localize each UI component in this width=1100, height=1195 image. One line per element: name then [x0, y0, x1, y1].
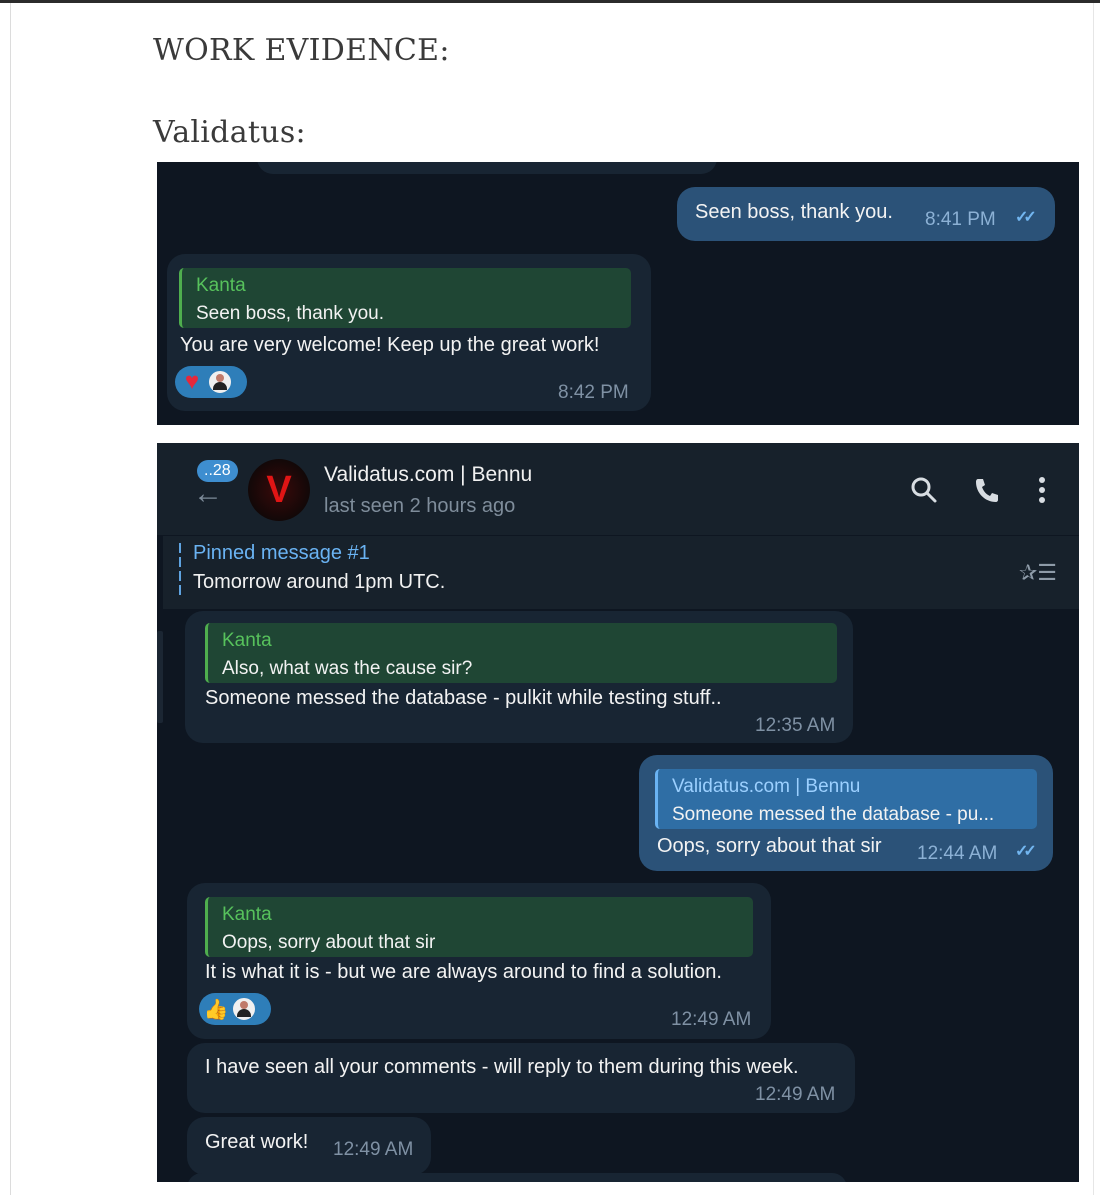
message-time: 12:44 AM [917, 843, 998, 864]
reply-text: Oops, sorry about that sir [222, 932, 436, 953]
message-time: 8:42 PM [558, 382, 629, 403]
incoming-message[interactable]: I have seen all your comments - will rep… [187, 1043, 855, 1113]
chat-status: last seen 2 hours ago [324, 495, 516, 517]
read-ticks-icon: ✓✓ [1015, 843, 1037, 860]
message-text: You are very welcome! Keep up the great … [180, 334, 600, 356]
message-text: Great work! [205, 1131, 309, 1153]
message-time: 12:49 AM [755, 1084, 836, 1105]
message-text: Oops, sorry about that sir [657, 835, 882, 857]
reply-author: Validatus.com | Bennu [672, 776, 861, 797]
incoming-message[interactable]: Great work! 12:49 AM [187, 1117, 431, 1175]
left-margin-rule [10, 3, 11, 1195]
chat-header: ← ..28 V Validatus.com | Bennu last seen… [157, 443, 1079, 535]
message-time: 12:49 AM [671, 1009, 752, 1030]
reply-text: Someone messed the database - pu... [672, 804, 995, 825]
top-rule [0, 0, 1100, 3]
document-heading: WORK EVIDENCE: [153, 33, 450, 68]
reply-quote[interactable]: Kanta Seen boss, thank you. [179, 268, 631, 328]
reactor-avatar [207, 369, 233, 395]
incoming-message[interactable]: Kanta Also, what was the cause sir? Some… [185, 611, 853, 743]
outgoing-message[interactable]: Seen boss, thank you. 8:41 PM ✓✓ [677, 187, 1055, 241]
message-text: I have seen all your comments - will rep… [205, 1056, 799, 1078]
search-icon[interactable] [909, 475, 939, 510]
message-time: 8:41 PM [925, 209, 996, 230]
reply-text: Also, what was the cause sir? [222, 658, 473, 679]
pinned-list-icon[interactable]: ✰☰ [1019, 560, 1057, 586]
reactions-bar[interactable]: 👍 [199, 993, 271, 1025]
avatar-letter: V [266, 468, 292, 511]
pinned-text: Tomorrow around 1pm UTC. [193, 571, 446, 593]
unread-count-badge: ..28 [197, 460, 238, 482]
incoming-message[interactable]: Kanta Oops, sorry about that sir It is w… [187, 883, 771, 1039]
right-margin-rule [1093, 3, 1094, 1195]
reply-author: Kanta [196, 275, 246, 296]
pinned-message-bar[interactable]: Pinned message #1 Tomorrow around 1pm UT… [163, 535, 1079, 609]
outgoing-message[interactable]: Validatus.com | Bennu Someone messed the… [639, 755, 1053, 871]
message-text: Seen boss, thank you. [695, 201, 893, 223]
chat-screenshot-1: Seen boss, thank you. 8:41 PM ✓✓ Kanta S… [157, 162, 1079, 425]
thumbs-up-reaction-icon[interactable]: 👍 [203, 996, 229, 1022]
reply-author: Kanta [222, 630, 272, 651]
message-time: 12:49 AM [333, 1139, 414, 1160]
more-vertical-icon[interactable] [1035, 475, 1049, 510]
chat-avatar[interactable]: V [248, 459, 310, 521]
message-text: Someone messed the database - pulkit whi… [205, 687, 722, 709]
message-time: 12:35 AM [755, 715, 836, 736]
reply-quote[interactable]: Kanta Also, what was the cause sir? [205, 623, 837, 683]
back-arrow-icon[interactable]: ← [193, 477, 223, 511]
chat-screenshot-2: ← ..28 V Validatus.com | Bennu last seen… [157, 443, 1079, 1182]
cut-off-message [187, 1173, 847, 1182]
chat-title[interactable]: Validatus.com | Bennu [324, 463, 532, 487]
document-subheading: Validatus: [153, 115, 306, 150]
read-ticks-icon: ✓✓ [1015, 209, 1037, 226]
incoming-message[interactable]: Kanta Seen boss, thank you. You are very… [167, 254, 651, 411]
message-text: It is what it is - but we are always aro… [205, 961, 722, 983]
reply-quote[interactable]: Validatus.com | Bennu Someone messed the… [655, 769, 1037, 829]
scrollbar-handle[interactable] [157, 631, 163, 723]
reactor-avatar [231, 996, 257, 1022]
pinned-indicator [179, 543, 181, 595]
pinned-title: Pinned message #1 [193, 542, 370, 564]
reply-text: Seen boss, thank you. [196, 303, 385, 324]
reactions-bar[interactable]: ♥ [175, 366, 247, 398]
heart-reaction-icon[interactable]: ♥ [179, 368, 205, 395]
reply-author: Kanta [222, 904, 272, 925]
cut-off-message [257, 162, 717, 174]
reply-quote[interactable]: Kanta Oops, sorry about that sir [205, 897, 753, 957]
phone-icon[interactable] [972, 475, 1002, 510]
